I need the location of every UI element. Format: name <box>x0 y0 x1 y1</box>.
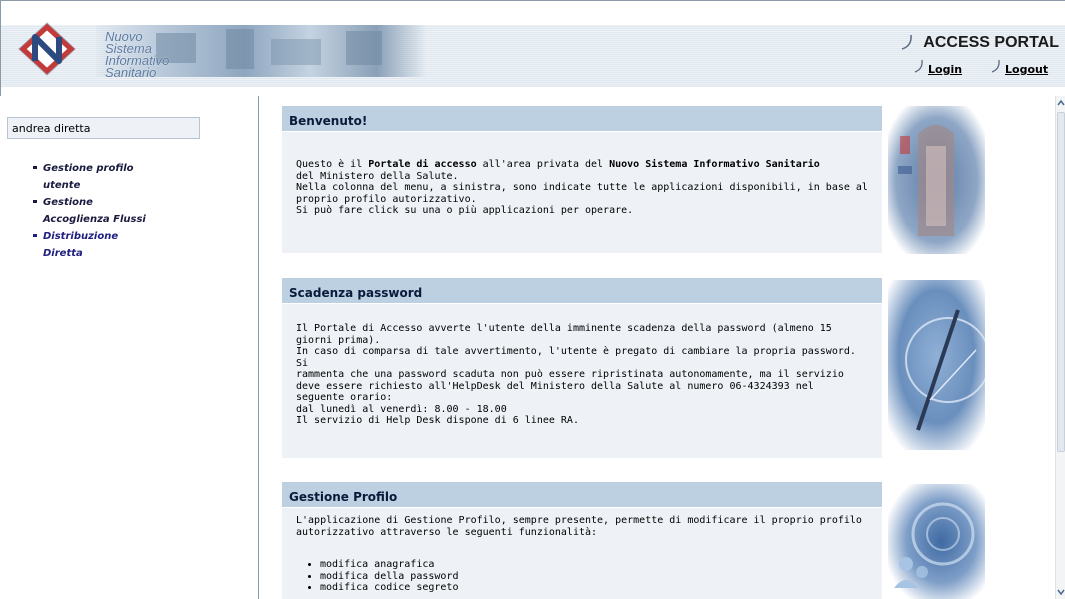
nsis-logo-icon <box>18 22 76 76</box>
text-line: del Ministero della Salute. <box>296 170 459 182</box>
text-line: Il servizio di Help Desk dispone di 6 li… <box>296 415 579 426</box>
password-expiry-panel: Scadenza password Il Portale di Accesso … <box>282 278 882 458</box>
bullet-icon <box>33 234 37 237</box>
vertical-scrollbar[interactable] <box>1055 96 1065 599</box>
menu-item-distribuzione-diretta[interactable]: Distribuzione Diretta <box>33 228 183 262</box>
text-bold: Nuovo Sistema Informativo Sanitario <box>609 159 820 170</box>
menu-item-label: Gestione profilo <box>43 163 134 174</box>
text-line: Nella colonna del menu, a sinistra, sono… <box>296 182 868 193</box>
text-line: Questo è il Portale di accesso all'area … <box>296 159 868 171</box>
text-fragment: Questo è il <box>296 159 369 170</box>
scroll-up-arrow-icon[interactable] <box>1056 96 1065 110</box>
text-line: dal lunedì al venerdì: 8.00 - 18.00 <box>296 403 507 415</box>
panel-title: Benvenuto! <box>282 106 882 132</box>
scroll-thumb[interactable] <box>1057 112 1065 452</box>
swoosh-icon <box>901 34 912 50</box>
logo-line-4: Sanitario <box>105 65 157 80</box>
login-swoosh-icon <box>914 59 923 73</box>
list-item: modifica anagrafica <box>320 559 868 571</box>
portal-title: ACCESS PORTAL <box>923 34 1059 51</box>
feature-list: modifica anagrafica modifica della passw… <box>296 559 868 594</box>
text-line: autorizzativo attraverso le seguenti fun… <box>296 526 598 538</box>
text-line: seguente orario: <box>296 392 393 403</box>
scroll-down-arrow-icon[interactable] <box>1056 585 1065 599</box>
bullet-icon <box>33 200 37 203</box>
text-line: rammenta che una password scaduta non pu… <box>296 369 844 380</box>
text-line: L'applicazione di Gestione Profilo, semp… <box>296 515 862 526</box>
logout-link[interactable]: Logout <box>1005 63 1048 76</box>
sidebar: andrea diretta Gestione profilo utente G… <box>1 96 259 599</box>
text-bold: Portale di accesso <box>368 159 477 170</box>
panel-body: Questo è il Portale di accesso all'area … <box>282 132 882 217</box>
people-photo <box>888 484 985 599</box>
welcome-panel: Benvenuto! Questo è il Portale di access… <box>282 106 882 253</box>
text-line: Il Portale di Accesso avverte l'utente d… <box>296 323 832 334</box>
building-photo <box>888 106 985 254</box>
header: Nuovo Sistema Informativo Sanitario ACCE… <box>0 0 1065 96</box>
bullet-icon <box>33 166 37 169</box>
panel-title: Gestione Profilo <box>282 482 882 508</box>
menu-item-label: Distribuzione <box>43 231 119 242</box>
profile-management-panel: Gestione Profilo L'applicazione di Gesti… <box>282 482 882 599</box>
application-menu: Gestione profilo utente Gestione Accogli… <box>33 160 183 262</box>
menu-item-label: Gestione <box>43 197 93 208</box>
menu-item-label: Diretta <box>43 248 83 259</box>
menu-item-label: utente <box>43 180 81 191</box>
text-line: deve essere richiesto all'HelpDesk del M… <box>296 380 814 392</box>
panel-body: Il Portale di Accesso avverte l'utente d… <box>282 304 882 427</box>
menu-item-gestione-profilo[interactable]: Gestione profilo utente <box>33 160 183 194</box>
menu-item-label: Accoglienza Flussi <box>43 214 146 225</box>
text-line: proprio profilo autorizzativo. <box>296 193 477 205</box>
text-line: giorni prima). <box>296 334 381 346</box>
menu-item-gestione-accoglienza-flussi[interactable]: Gestione Accoglienza Flussi <box>33 194 183 228</box>
text-line: In caso di comparsa di tale avvertimento… <box>296 346 856 369</box>
main-content: Benvenuto! Questo è il Portale di access… <box>260 96 1055 599</box>
list-item: modifica della password <box>320 571 868 583</box>
panel-body: L'applicazione di Gestione Profilo, semp… <box>282 508 882 594</box>
text-line: Si può fare click su una o più applicazi… <box>296 205 634 216</box>
panel-title: Scadenza password <box>282 278 882 304</box>
logo-text: Nuovo Sistema Informativo Sanitario <box>105 30 169 80</box>
list-item: modifica codice segreto <box>320 582 868 594</box>
user-name-box: andrea diretta <box>7 117 200 139</box>
text-fragment: all'area privata del <box>476 159 610 170</box>
logout-swoosh-icon <box>991 59 1000 73</box>
compass-photo <box>888 280 985 450</box>
login-link[interactable]: Login <box>928 63 962 76</box>
header-top-strip <box>1 1 1065 25</box>
